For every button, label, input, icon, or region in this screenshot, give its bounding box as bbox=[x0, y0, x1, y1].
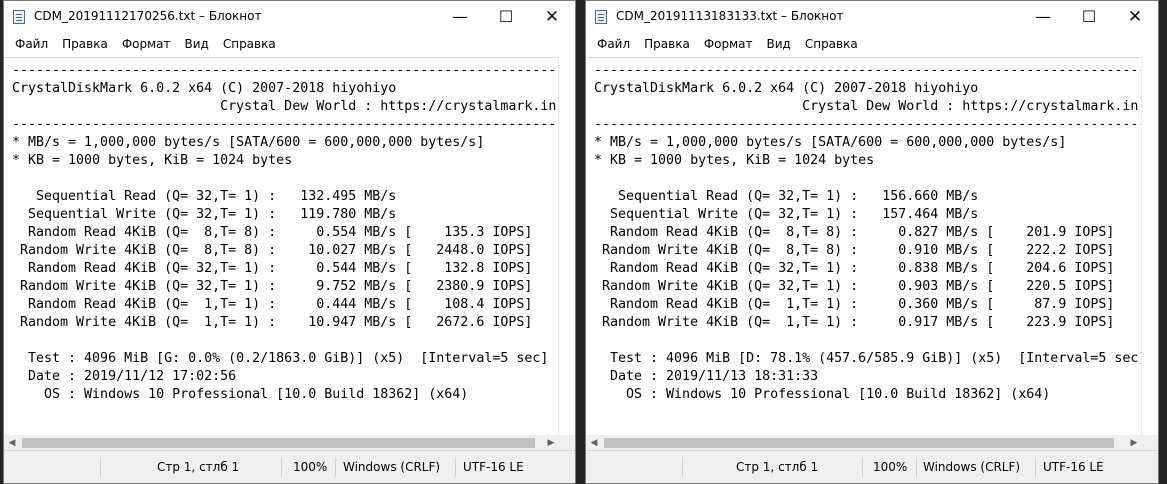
status-separator bbox=[862, 457, 863, 477]
scrollbar-thumb[interactable] bbox=[604, 438, 1114, 448]
status-separator bbox=[916, 457, 917, 477]
vertical-scrollbar[interactable] bbox=[1141, 57, 1158, 451]
text-line: * MB/s = 1,000,000 bytes/s [SATA/600 = 6… bbox=[12, 135, 485, 150]
encoding: UTF-16 LE bbox=[1043, 460, 1104, 474]
minimize-button[interactable]: — bbox=[437, 1, 483, 33]
scrollbar-corner bbox=[1142, 435, 1158, 451]
maximize-button[interactable]: ☐ bbox=[1066, 1, 1112, 33]
menu-bar: Файл Правка Формат Вид Справка bbox=[4, 33, 575, 55]
text-line: ----------------------------------------… bbox=[594, 63, 1142, 78]
text-line: Random Read 4KiB (Q= 32,T= 1) : 0.544 MB… bbox=[12, 261, 533, 276]
notepad-icon bbox=[595, 10, 607, 24]
line-ending: Windows (CRLF) bbox=[343, 460, 441, 474]
scroll-left-icon[interactable]: ◀ bbox=[4, 435, 20, 451]
text-editor[interactable]: ----------------------------------------… bbox=[4, 57, 559, 451]
close-button[interactable]: ✕ bbox=[529, 1, 575, 33]
text-line: Crystal Dew World : https://crystalmark.… bbox=[594, 99, 1139, 114]
text-line: Date : 2019/11/12 17:02:56 bbox=[12, 369, 237, 384]
text-line: * KB = 1000 bytes, KiB = 1024 bytes bbox=[594, 153, 875, 168]
status-bar: Стр 1, стлб 1 100% Windows (CRLF) UTF-16… bbox=[4, 450, 575, 483]
menu-format[interactable]: Формат bbox=[115, 33, 178, 55]
title-bar[interactable]: CDM_20191112170256.txt – Блокнот — ☐ ✕ bbox=[4, 1, 575, 33]
menu-edit[interactable]: Правка bbox=[55, 33, 115, 55]
horizontal-scrollbar[interactable]: ◀ ▶ bbox=[4, 435, 559, 451]
status-bar: Стр 1, стлб 1 100% Windows (CRLF) UTF-16… bbox=[586, 450, 1158, 483]
encoding: UTF-16 LE bbox=[463, 460, 524, 474]
text-line: Random Read 4KiB (Q= 8,T= 8) : 0.554 MB/… bbox=[12, 225, 533, 240]
text-line: Sequential Read (Q= 32,T= 1) : 156.660 M… bbox=[594, 189, 979, 204]
scroll-right-icon[interactable]: ▶ bbox=[1126, 435, 1142, 451]
text-line: Sequential Write (Q= 32,T= 1) : 119.780 … bbox=[12, 207, 397, 222]
text-line: Test : 4096 MiB [D: 78.1% (457.6/585.9 G… bbox=[594, 351, 1142, 366]
maximize-button[interactable]: ☐ bbox=[483, 1, 529, 33]
notepad-window-left[interactable]: CDM_20191112170256.txt – Блокнот — ☐ ✕ Ф… bbox=[3, 0, 576, 484]
menu-bar: Файл Правка Формат Вид Справка bbox=[586, 33, 1158, 55]
cursor-position: Стр 1, стлб 1 bbox=[736, 460, 819, 474]
menu-file[interactable]: Файл bbox=[590, 33, 637, 55]
text-line: Random Write 4KiB (Q= 32,T= 1) : 0.903 M… bbox=[594, 279, 1115, 294]
text-editor[interactable]: ----------------------------------------… bbox=[586, 57, 1142, 451]
text-line: Sequential Write (Q= 32,T= 1) : 157.464 … bbox=[594, 207, 979, 222]
text-line: OS : Windows 10 Professional [10.0 Build… bbox=[594, 387, 1051, 402]
text-line: Random Read 4KiB (Q= 8,T= 8) : 0.827 MB/… bbox=[594, 225, 1115, 240]
text-line: Random Write 4KiB (Q= 8,T= 8) : 0.910 MB… bbox=[594, 243, 1115, 258]
scroll-right-icon[interactable]: ▶ bbox=[543, 435, 559, 451]
menu-file[interactable]: Файл bbox=[8, 33, 55, 55]
menu-edit[interactable]: Правка bbox=[637, 33, 697, 55]
status-separator bbox=[455, 457, 456, 477]
menu-help[interactable]: Справка bbox=[216, 33, 283, 55]
zoom-level: 100% bbox=[873, 460, 908, 474]
menu-view[interactable]: Вид bbox=[178, 33, 216, 55]
text-line: Sequential Read (Q= 32,T= 1) : 132.495 M… bbox=[12, 189, 397, 204]
status-separator bbox=[682, 457, 683, 477]
scrollbar-thumb[interactable] bbox=[22, 438, 535, 448]
status-separator bbox=[281, 457, 282, 477]
status-separator bbox=[100, 457, 101, 477]
horizontal-scrollbar[interactable]: ◀ ▶ bbox=[586, 435, 1142, 451]
text-line: CrystalDiskMark 6.0.2 x64 (C) 2007-2018 … bbox=[12, 81, 397, 96]
scroll-left-icon[interactable]: ◀ bbox=[586, 435, 602, 451]
text-line: OS : Windows 10 Professional [10.0 Build… bbox=[12, 387, 469, 402]
text-line: Random Write 4KiB (Q= 1,T= 1) : 0.917 MB… bbox=[594, 315, 1115, 330]
menu-format[interactable]: Формат bbox=[697, 33, 760, 55]
text-line: ----------------------------------------… bbox=[12, 63, 559, 78]
menu-view[interactable]: Вид bbox=[760, 33, 798, 55]
notepad-window-right[interactable]: CDM_20191113183133.txt – Блокнот — ☐ ✕ Ф… bbox=[585, 0, 1159, 484]
text-line: CrystalDiskMark 6.0.2 x64 (C) 2007-2018 … bbox=[594, 81, 979, 96]
minimize-button[interactable]: — bbox=[1020, 1, 1066, 33]
zoom-level: 100% bbox=[293, 460, 328, 474]
text-line: Random Read 4KiB (Q= 1,T= 1) : 0.360 MB/… bbox=[594, 297, 1115, 312]
editor-text: ----------------------------------------… bbox=[4, 58, 559, 404]
notepad-icon bbox=[13, 10, 25, 24]
title-bar[interactable]: CDM_20191113183133.txt – Блокнот — ☐ ✕ bbox=[586, 1, 1158, 33]
text-line: * KB = 1000 bytes, KiB = 1024 bytes bbox=[12, 153, 293, 168]
text-line: Random Read 4KiB (Q= 1,T= 1) : 0.444 MB/… bbox=[12, 297, 533, 312]
menu-help[interactable]: Справка bbox=[798, 33, 865, 55]
line-ending: Windows (CRLF) bbox=[923, 460, 1021, 474]
editor-text: ----------------------------------------… bbox=[586, 58, 1142, 404]
text-line: Random Write 4KiB (Q= 32,T= 1) : 9.752 M… bbox=[12, 279, 533, 294]
window-title: CDM_20191113183133.txt – Блокнот bbox=[616, 9, 844, 23]
text-line: Random Write 4KiB (Q= 1,T= 1) : 10.947 M… bbox=[12, 315, 533, 330]
vertical-scrollbar[interactable] bbox=[558, 57, 575, 451]
status-separator bbox=[1035, 457, 1036, 477]
text-line: ----------------------------------------… bbox=[12, 117, 559, 132]
text-line: Random Read 4KiB (Q= 32,T= 1) : 0.838 MB… bbox=[594, 261, 1115, 276]
text-line: Test : 4096 MiB [G: 0.0% (0.2/1863.0 GiB… bbox=[12, 351, 549, 366]
text-line: * MB/s = 1,000,000 bytes/s [SATA/600 = 6… bbox=[594, 135, 1067, 150]
text-line: Random Write 4KiB (Q= 8,T= 8) : 10.027 M… bbox=[12, 243, 533, 258]
text-line: Date : 2019/11/13 18:31:33 bbox=[594, 369, 819, 384]
text-line: Crystal Dew World : https://crystalmark.… bbox=[12, 99, 557, 114]
text-line: ----------------------------------------… bbox=[594, 117, 1142, 132]
status-separator bbox=[335, 457, 336, 477]
cursor-position: Стр 1, стлб 1 bbox=[157, 460, 240, 474]
window-title: CDM_20191112170256.txt – Блокнот bbox=[34, 9, 262, 23]
close-button[interactable]: ✕ bbox=[1112, 1, 1158, 33]
scrollbar-corner bbox=[559, 435, 575, 451]
